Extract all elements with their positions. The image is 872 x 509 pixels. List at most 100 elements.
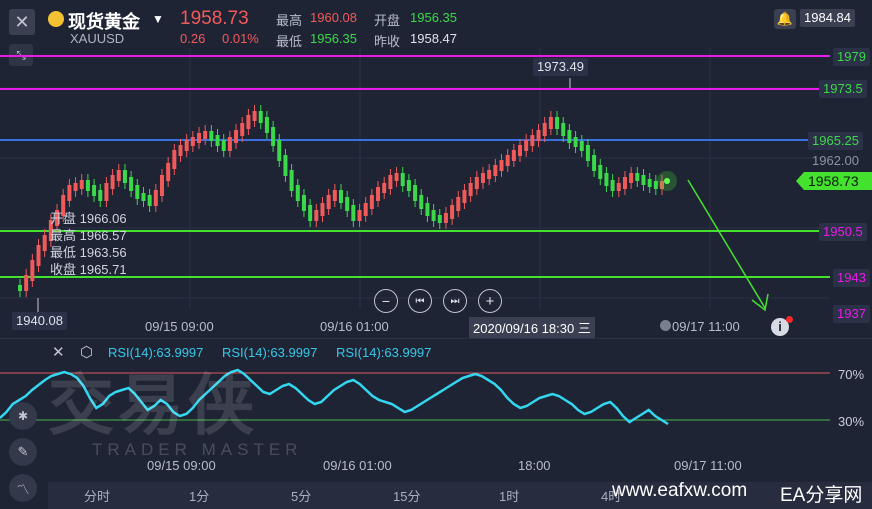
zoom-in-button[interactable]: +: [478, 289, 502, 313]
candle-body: [203, 131, 208, 139]
candle-body: [536, 130, 541, 141]
watermark-subtitle: TRADER MASTER: [92, 440, 303, 459]
candle-body: [548, 117, 553, 129]
rsi-30-label: 30%: [838, 414, 865, 429]
candle-body: [221, 140, 226, 151]
tab-1hour[interactable]: 1时: [499, 486, 519, 505]
candle-body: [227, 137, 232, 151]
timeframe-bar: [48, 482, 872, 509]
candle-body: [283, 155, 288, 176]
info-icon: i: [778, 319, 782, 334]
scroll-end-button[interactable]: ⏭: [443, 289, 467, 313]
low-value: 1956.35: [310, 31, 357, 46]
change-value: 0.26: [180, 31, 206, 46]
pencil-icon: ✎: [17, 444, 29, 459]
alert-button[interactable]: 🔔: [774, 9, 796, 29]
candle-body: [493, 165, 498, 176]
candle-body: [573, 137, 578, 147]
draw-tool-button[interactable]: ✎: [9, 438, 37, 466]
rsi-time-label-2: 09/16 01:00: [323, 458, 392, 473]
candle-body: [166, 163, 171, 181]
candle-body: [425, 203, 430, 216]
candle-body: [104, 183, 109, 201]
candle-body: [357, 210, 362, 221]
record-dot-icon: [660, 320, 671, 331]
candle-body: [18, 285, 22, 291]
candle-body: [301, 195, 306, 211]
candle-body: [110, 175, 115, 189]
rsi-70-label: 70%: [838, 367, 865, 382]
ohlc-close: 收盘 1965.71: [50, 262, 127, 277]
line-chart-icon: 〽: [16, 481, 30, 497]
candle-body: [400, 173, 405, 186]
candle-body: [610, 180, 615, 191]
site-watermark: www.eafxw.com: [612, 480, 748, 501]
candle-body: [159, 175, 164, 196]
skip-forward-icon: ⏭: [450, 295, 460, 307]
indicator-tool-icon: ✱: [17, 409, 29, 423]
candle-body: [240, 123, 245, 136]
open-value: 1956.35: [410, 10, 457, 25]
indicator-tool-button[interactable]: ✱: [9, 402, 37, 430]
chevron-down-icon[interactable]: ▼: [152, 12, 164, 26]
ohlc-overlay: 开盘 1966.06 最高 1966.57 最低 1963.56 收盘 1965…: [50, 210, 127, 278]
candle-body: [363, 203, 368, 216]
zoom-out-button[interactable]: −: [374, 289, 398, 313]
scroll-start-button[interactable]: ⏮: [408, 289, 432, 313]
tab-15min[interactable]: 15分: [393, 486, 420, 505]
tab-5min[interactable]: 5分: [291, 486, 311, 505]
chart-type-button[interactable]: 〽: [9, 474, 37, 502]
candle-body: [629, 173, 634, 183]
candle-body: [85, 180, 90, 191]
candle-body: [456, 197, 461, 211]
plus-icon: +: [485, 292, 495, 310]
top-price-tag: 1984.84: [800, 9, 855, 27]
candle-body: [487, 170, 492, 179]
candle-body: [437, 215, 442, 223]
candle-body: [462, 190, 467, 203]
candle-body: [252, 111, 257, 121]
candle-body: [98, 190, 103, 201]
candle-body: [234, 130, 239, 143]
candle-body: [184, 140, 189, 151]
candle-body: [246, 115, 251, 129]
tab-timeshare[interactable]: 分时: [84, 486, 110, 505]
open-label: 开盘: [374, 13, 401, 28]
current-price-tag: 1958.73: [796, 172, 872, 190]
candle-body: [172, 150, 177, 169]
candle-body: [147, 195, 152, 206]
candle-body: [530, 135, 535, 146]
candle-body: [339, 190, 343, 203]
level-label-1943: 1943: [833, 269, 870, 287]
current-price-dot: [664, 178, 670, 184]
candle-body: [271, 127, 276, 146]
time-label-1: 09/15 09:00: [145, 319, 214, 334]
rsi-time-label-1: 09/15 09:00: [147, 458, 216, 473]
candle-body: [345, 197, 350, 211]
time-label-2: 09/16 01:00: [320, 319, 389, 334]
candle-body: [197, 133, 202, 143]
candle-body: [36, 245, 41, 266]
trend-arrowhead: [751, 293, 769, 312]
close-button[interactable]: ✕: [9, 9, 35, 35]
change-percent: 0.01%: [222, 31, 259, 46]
watermark-logo: 交易侠: [48, 368, 258, 442]
candle-body: [79, 180, 84, 189]
rsi-time-label-4: 09/17 11:00: [674, 458, 742, 473]
crosshair-time-label: 2020/09/16 18:30 三: [469, 317, 595, 338]
high-value: 1960.08: [310, 10, 357, 25]
candle-body: [480, 173, 485, 183]
candle-body: [406, 180, 411, 191]
bell-icon: 🔔: [776, 11, 794, 26]
quote-header: ✕ 现货黄金 ▼ XAUUSD 1958.73 0.26 0.01% 最高 19…: [0, 0, 872, 49]
candle-body: [351, 205, 356, 221]
candle-body: [518, 145, 523, 156]
candle-body: [332, 190, 337, 201]
candle-body: [258, 111, 263, 123]
candle-body: [579, 141, 584, 151]
candlestick-chart[interactable]: [0, 48, 872, 338]
candle-body: [542, 123, 547, 136]
candle-body: [604, 173, 609, 186]
tab-1min[interactable]: 1分: [189, 486, 209, 505]
last-price: 1958.73: [180, 8, 249, 29]
